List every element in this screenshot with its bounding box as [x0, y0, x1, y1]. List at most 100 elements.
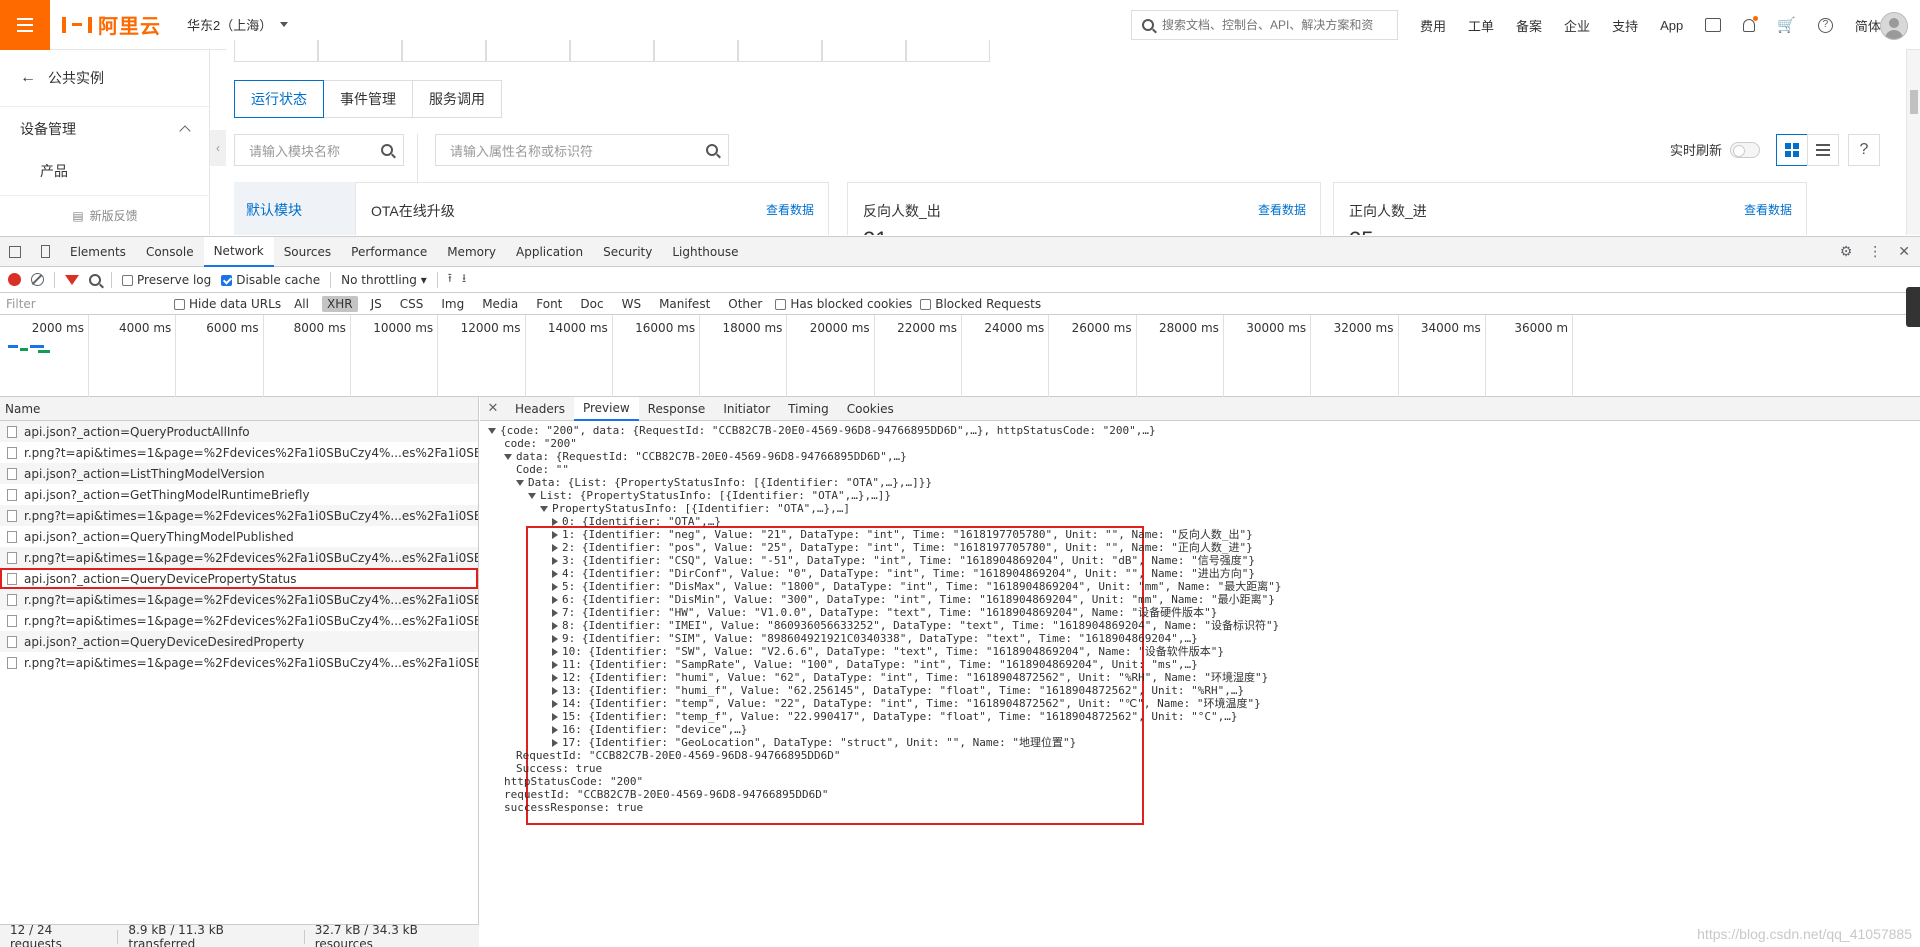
detail-tab[interactable] [486, 40, 570, 62]
more-icon[interactable]: ⋮ [1868, 244, 1882, 260]
expand-triangle-icon[interactable] [552, 674, 558, 682]
gear-icon[interactable]: ⚙ [1840, 244, 1853, 260]
tab-network[interactable]: Network [203, 236, 274, 267]
record-icon[interactable] [8, 273, 21, 286]
menu-icon[interactable] [0, 0, 50, 50]
nav-enterprise[interactable]: 企业 [1564, 16, 1590, 35]
collapse-triangle-icon[interactable] [516, 480, 524, 486]
type-other[interactable]: Other [723, 296, 767, 312]
sidebar-item-products[interactable]: 产品 [0, 151, 209, 191]
region-selector[interactable]: 华东2（上海） [187, 15, 289, 34]
detail-tab[interactable] [654, 40, 738, 62]
avatar[interactable] [1880, 12, 1908, 40]
detail-tab[interactable] [738, 40, 822, 62]
preserve-log-checkbox[interactable]: Preserve log [122, 273, 211, 287]
detail-tab-active[interactable] [402, 40, 486, 62]
nav-icp[interactable]: 备案 [1516, 16, 1542, 35]
close-icon[interactable]: ✕ [480, 401, 506, 416]
tab-runtime-status[interactable]: 运行状态 [234, 80, 324, 118]
expand-triangle-icon[interactable] [552, 544, 558, 552]
expand-triangle-icon[interactable] [552, 557, 558, 565]
language-switch[interactable]: 简体 [1855, 16, 1881, 35]
help-icon[interactable]: ? [1817, 17, 1833, 33]
import-har-icon[interactable]: ⭱ [448, 269, 452, 290]
tab-performance[interactable]: Performance [341, 237, 437, 267]
request-row[interactable]: r.png?t=api&times=1&page=%2Fdevices%2Fa1… [0, 589, 478, 610]
type-js[interactable]: JS [366, 296, 387, 312]
scrollbar-thumb[interactable] [1910, 90, 1918, 114]
filter-input[interactable]: Filter [6, 297, 166, 311]
detail-tab[interactable] [906, 40, 990, 62]
tab-headers[interactable]: Headers [506, 397, 574, 421]
request-row[interactable]: r.png?t=api&times=1&page=%2Fdevices%2Fa1… [0, 547, 478, 568]
type-all[interactable]: All [289, 296, 314, 312]
tab-response[interactable]: Response [639, 397, 715, 421]
blocked-cookies-checkbox[interactable]: Has blocked cookies [775, 297, 912, 311]
type-doc[interactable]: Doc [575, 296, 608, 312]
type-media[interactable]: Media [477, 296, 523, 312]
request-row[interactable]: api.json?_action=QueryThingModelPublishe… [0, 526, 478, 547]
sidebar-group-device-management[interactable]: 设备管理 [0, 107, 209, 151]
aliyun-logo[interactable]: 阿里云 [62, 10, 161, 39]
filter-icon[interactable] [65, 274, 79, 285]
drawer-handle[interactable] [1906, 287, 1920, 327]
detail-tab[interactable] [318, 40, 402, 62]
tab-event-management[interactable]: 事件管理 [323, 80, 413, 118]
disable-cache-checkbox[interactable]: Disable cache [221, 273, 320, 287]
expand-triangle-icon[interactable] [552, 713, 558, 721]
nav-app[interactable]: App [1660, 18, 1683, 33]
request-row[interactable]: r.png?t=api&times=1&page=%2Fdevices%2Fa1… [0, 610, 478, 631]
view-data-link[interactable]: 查看数据 [766, 201, 814, 218]
type-css[interactable]: CSS [395, 296, 429, 312]
request-row[interactable]: r.png?t=api&times=1&page=%2Fdevices%2Fa1… [0, 442, 478, 463]
back-link[interactable]: ← 公共实例 [0, 50, 209, 107]
collapse-triangle-icon[interactable] [504, 454, 512, 460]
request-row[interactable]: api.json?_action=ListThingModelVersion [0, 463, 478, 484]
type-xhr[interactable]: XHR [321, 295, 358, 312]
type-font[interactable]: Font [531, 296, 567, 312]
collapse-triangle-icon[interactable] [540, 506, 548, 512]
tab-security[interactable]: Security [593, 237, 662, 267]
device-toolbar-icon[interactable] [30, 237, 60, 267]
request-row[interactable]: api.json?_action=GetThingModelRuntimeBri… [0, 484, 478, 505]
type-ws[interactable]: WS [617, 296, 646, 312]
type-img[interactable]: Img [436, 296, 469, 312]
expand-triangle-icon[interactable] [552, 531, 558, 539]
nav-tickets[interactable]: 工单 [1468, 16, 1494, 35]
feedback-link[interactable]: ▤ 新版反馈 [0, 195, 210, 235]
throttling-select[interactable]: No throttling ▾ [341, 273, 427, 287]
expand-triangle-icon[interactable] [552, 518, 558, 526]
tab-elements[interactable]: Elements [60, 237, 136, 267]
request-row[interactable]: r.png?t=api&times=1&page=%2Fdevices%2Fa1… [0, 652, 478, 673]
bell-icon[interactable] [1743, 15, 1759, 32]
expand-triangle-icon[interactable] [552, 661, 558, 669]
hide-data-urls-checkbox[interactable]: Hide data URLs [174, 297, 281, 311]
property-search-input[interactable]: 请输入属性名称或标识符 [435, 134, 729, 166]
expand-triangle-icon[interactable] [552, 570, 558, 578]
network-overview[interactable]: 2000 ms 4000 ms 6000 ms 8000 ms 10000 ms 1200… [0, 315, 1920, 397]
expand-triangle-icon[interactable] [552, 596, 558, 604]
type-manifest[interactable]: Manifest [654, 296, 715, 312]
expand-triangle-icon[interactable] [552, 583, 558, 591]
view-data-link[interactable]: 查看数据 [1258, 201, 1306, 218]
export-har-icon[interactable]: ⭳ [462, 269, 466, 290]
name-column-header[interactable]: Name [0, 397, 478, 421]
module-search-input[interactable]: 请输入模块名称 [234, 134, 404, 166]
nav-fees[interactable]: 费用 [1420, 16, 1446, 35]
request-row[interactable]: api.json?_action=QueryDeviceDesiredPrope… [0, 631, 478, 652]
collapse-triangle-icon[interactable] [488, 428, 496, 434]
search-icon[interactable] [89, 273, 101, 286]
expand-triangle-icon[interactable] [552, 687, 558, 695]
expand-triangle-icon[interactable] [552, 609, 558, 617]
cart-icon[interactable]: 🛒 [1777, 16, 1796, 34]
tab-timing[interactable]: Timing [779, 397, 838, 421]
request-row[interactable]: r.png?t=api&times=1&page=%2Fdevices%2Fa1… [0, 505, 478, 526]
tab-sources[interactable]: Sources [274, 237, 341, 267]
detail-tab[interactable] [570, 40, 654, 62]
json-line[interactable]: {code: "200", data: {RequestId: "CCB82C7… [488, 423, 1156, 439]
detail-tab[interactable] [234, 40, 318, 62]
nav-support[interactable]: 支持 [1612, 16, 1638, 35]
tab-service-invocation[interactable]: 服务调用 [412, 80, 502, 118]
request-row-selected[interactable]: api.json?_action=QueryDevicePropertyStat… [0, 568, 478, 589]
expand-triangle-icon[interactable] [552, 648, 558, 656]
